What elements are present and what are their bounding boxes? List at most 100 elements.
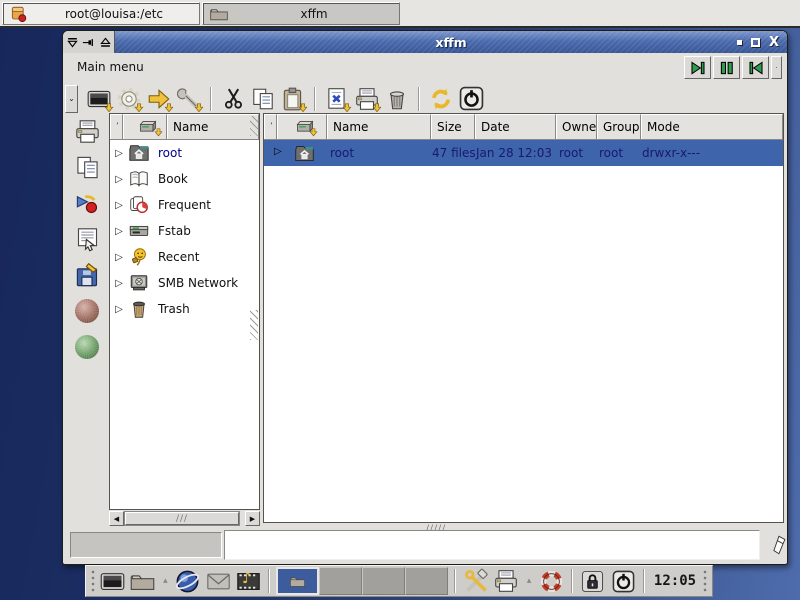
filter-button[interactable] [322, 84, 352, 114]
file-row-root-selected[interactable]: ▷ root 47 files Jan 28 12:03 root root d… [264, 140, 783, 166]
side-record-button[interactable] [72, 189, 102, 217]
resize-grip[interactable] [250, 116, 258, 136]
launcher-terminal[interactable] [99, 567, 126, 595]
launcher-print[interactable] [493, 567, 520, 595]
header-name[interactable]: Name [327, 114, 431, 139]
scroll-right-button[interactable]: ▶ [245, 511, 260, 526]
tools-button[interactable] [174, 84, 204, 114]
panel-separator [643, 569, 645, 593]
pause-button[interactable] [713, 56, 740, 79]
side-save-button[interactable] [72, 261, 102, 289]
transport-extra-button[interactable]: · [771, 56, 782, 79]
taskbar-item-terminal[interactable]: root@louisa:/etc [2, 2, 200, 25]
taskbar-item-xffm[interactable]: xffm [202, 2, 400, 25]
tree-item-label[interactable]: SMB Network [158, 276, 238, 290]
expander-icon[interactable]: ▷ [110, 148, 128, 159]
pager-workspace-2[interactable] [319, 567, 362, 595]
quit-button[interactable] [456, 84, 486, 114]
refresh-button[interactable] [426, 84, 456, 114]
drawer-up-icon[interactable]: ▴ [160, 576, 172, 586]
close-icon[interactable]: X [769, 36, 779, 49]
tree-item-recent[interactable]: ▷ Recent [110, 244, 259, 270]
side-sphere-green-button[interactable] [72, 333, 102, 361]
header-group[interactable]: Group [597, 114, 641, 139]
tree-item-label[interactable]: Frequent [158, 198, 211, 212]
tree-item-root[interactable]: ▷ root [110, 140, 259, 166]
music-note-icon: ♪ [242, 569, 252, 587]
header-date[interactable]: Date [475, 114, 556, 139]
command-input[interactable] [224, 530, 760, 560]
launcher-web[interactable] [174, 567, 201, 595]
pager-workspace-4[interactable] [405, 567, 448, 595]
pager-workspace-1[interactable] [276, 567, 319, 595]
print-button[interactable] [352, 84, 382, 114]
launcher-settings[interactable] [462, 567, 489, 595]
shade-icon[interactable] [65, 35, 80, 50]
eject-icon[interactable] [98, 35, 113, 50]
main-menu-button[interactable]: Main menu [77, 60, 144, 74]
launcher-media[interactable]: ♪ [235, 567, 262, 595]
scrollbar-thumb[interactable]: /// [125, 512, 239, 525]
header-icon-cell[interactable] [277, 114, 327, 139]
new-window-button[interactable] [84, 84, 114, 114]
scrollbar-track[interactable]: /// [124, 511, 240, 526]
panel-handle[interactable] [90, 569, 96, 593]
launcher-files[interactable] [129, 567, 156, 595]
trash-button[interactable] [382, 84, 412, 114]
tree-item-label[interactable]: root [158, 146, 182, 160]
skip-forward-button[interactable] [684, 56, 711, 79]
tree-item-frequent[interactable]: ▷ Frequent [110, 192, 259, 218]
header-mode[interactable]: Mode [641, 114, 783, 139]
copy-button[interactable] [248, 84, 278, 114]
tree-item-smb-network[interactable]: ▷ SMB Network [110, 270, 259, 296]
side-print-button[interactable] [72, 117, 102, 145]
header-size[interactable]: Size [431, 114, 475, 139]
paste-button[interactable] [278, 84, 308, 114]
expander-icon[interactable]: ▷ [110, 304, 128, 315]
tree-item-fstab[interactable]: ▷ Fstab [110, 218, 259, 244]
tree-item-trash[interactable]: ▷ Trash [110, 296, 259, 322]
tree-header-icon-cell[interactable] [123, 114, 167, 139]
skip-back-button[interactable] [742, 56, 769, 79]
expander-icon[interactable]: ▷ [110, 252, 128, 263]
header-owner[interactable]: Owner [556, 114, 597, 139]
tree-item-book[interactable]: ▷ Book [110, 166, 259, 192]
pager-workspace-3[interactable] [362, 567, 405, 595]
goto-button[interactable] [144, 84, 174, 114]
tree-item-label[interactable]: Trash [158, 302, 190, 316]
launcher-mail[interactable] [205, 567, 232, 595]
expander-icon[interactable]: ▷ [110, 278, 128, 289]
expander-icon[interactable]: ▷ [110, 226, 128, 237]
tree-item-label[interactable]: Book [158, 172, 188, 186]
tree-item-label[interactable]: Recent [158, 250, 199, 264]
cut-button[interactable] [218, 84, 248, 114]
titlebar-drag-area[interactable]: xffm X [115, 31, 787, 53]
drawer-up-icon[interactable]: ▴ [523, 576, 535, 586]
folder-icon [129, 568, 156, 595]
side-sphere-red-button[interactable] [72, 297, 102, 325]
titlebar[interactable]: xffm X [63, 31, 787, 53]
side-copy-button[interactable] [72, 153, 102, 181]
lock-screen-button[interactable] [579, 567, 606, 595]
logout-button[interactable] [610, 567, 637, 595]
header-spacer[interactable]: ’ [264, 114, 277, 139]
maximize-icon[interactable] [751, 38, 760, 47]
panel-handle[interactable] [702, 569, 708, 593]
book-icon [128, 168, 150, 190]
expander-icon[interactable]: ▷ [274, 146, 282, 157]
settings-button[interactable] [114, 84, 144, 114]
side-select-button[interactable] [72, 225, 102, 253]
toolbar-collapse-button[interactable]: ⌄ [65, 85, 78, 113]
expander-icon[interactable]: ▷ [110, 200, 128, 211]
pane-resize-grip[interactable] [250, 310, 258, 340]
tree-item-label[interactable]: Fstab [158, 224, 191, 238]
scroll-left-button[interactable]: ◀ [109, 511, 124, 526]
launcher-help[interactable] [538, 567, 565, 595]
expander-icon[interactable]: ▷ [110, 174, 128, 185]
minimize-icon[interactable] [737, 40, 742, 45]
tree-header-name[interactable]: Name [167, 114, 259, 139]
clear-entry-button[interactable] [767, 533, 789, 560]
copy-icon [250, 86, 276, 112]
pin-icon[interactable] [81, 35, 96, 50]
tree-header-spacer[interactable]: ’ [110, 114, 123, 139]
